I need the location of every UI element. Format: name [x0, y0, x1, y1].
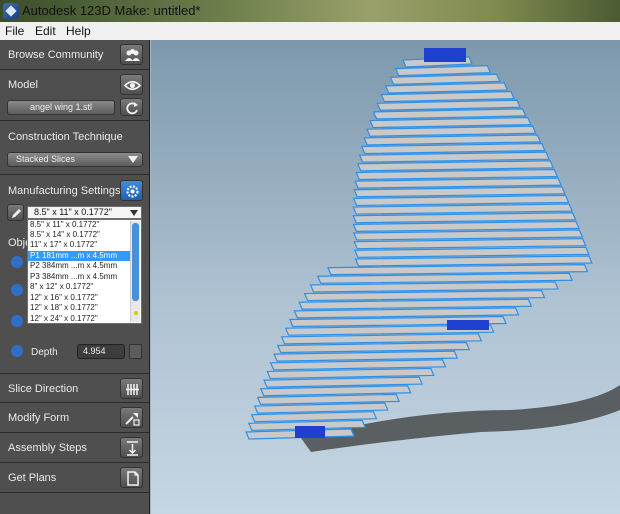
modify-form-label: Modify Form [8, 412, 70, 424]
height-icon [11, 284, 23, 296]
slice-direction-icon[interactable] [120, 378, 143, 399]
assembly-steps-section[interactable]: Assembly Steps [0, 433, 150, 463]
get-plans-label: Get Plans [8, 472, 57, 484]
middle-dowel [447, 320, 489, 330]
option-legal[interactable]: 8.5" x 14" x 0.1772" [28, 230, 131, 240]
get-plans-icon[interactable] [120, 467, 143, 488]
option-12x16[interactable]: 12" x 16" x 0.1772" [28, 293, 131, 303]
app-icon[interactable] [3, 3, 19, 19]
model-file-field[interactable]: angel wing 1.stl [7, 100, 115, 115]
window-title: Autodesk 123D Make: untitled* [22, 3, 201, 18]
sliced-model [245, 48, 620, 452]
option-p3[interactable]: P3 384mm ...m x 4.5mm [28, 272, 131, 282]
model-viewport[interactable] [151, 40, 620, 514]
browse-community-section[interactable]: Browse Community [0, 40, 150, 70]
slice-direction-label: Slice Direction [8, 383, 79, 395]
slice-direction-section[interactable]: Slice Direction [0, 373, 150, 403]
option-p2[interactable]: P2 384mm ...m x 4.5mm [28, 261, 131, 271]
option-8x12[interactable]: 8" x 12" x 0.1772" [28, 282, 131, 292]
modify-form-section[interactable]: Modify Form [0, 403, 150, 433]
bottom-dowel [295, 426, 325, 438]
options-scrollbar-thumb[interactable] [132, 223, 139, 301]
menu-edit[interactable]: Edit [35, 24, 56, 38]
depth-label: Depth [31, 347, 58, 358]
assembly-steps-icon[interactable] [120, 437, 143, 458]
chevron-down-icon [130, 210, 138, 216]
option-12x24[interactable]: 12" x 24" x 0.1772" [28, 314, 131, 324]
browse-community-label: Browse Community [8, 49, 104, 61]
menu-help[interactable]: Help [66, 24, 91, 38]
top-dowel [424, 48, 466, 62]
manufacturing-settings-label: Manufacturing Settings [8, 185, 121, 197]
community-icon[interactable] [120, 44, 143, 65]
depth-input[interactable]: 4.954 [77, 344, 125, 359]
option-tabloid[interactable]: 11" x 17" x 0.1772" [28, 240, 131, 250]
length-icon [11, 315, 23, 327]
option-letter[interactable]: 8.5" x 11" x 0.1772" [28, 220, 131, 230]
model-section: Model angel wing 1.stl [0, 70, 150, 121]
construction-technique-section: Construction Technique Stacked Slices [0, 121, 150, 175]
modify-form-icon[interactable] [120, 407, 143, 428]
get-plans-section[interactable]: Get Plans [0, 463, 150, 493]
assembly-steps-label: Assembly Steps [8, 442, 87, 454]
manufacturing-settings-selected: 8.5" x 11" x 0.1772" [34, 207, 112, 217]
width-icon [11, 256, 23, 268]
title-bar: Autodesk 123D Make: untitled* [0, 0, 620, 22]
refresh-icon[interactable] [120, 98, 143, 116]
options-scrollbar[interactable] [130, 221, 140, 322]
model-slices [245, 56, 593, 440]
depth-stepper[interactable] [129, 344, 142, 359]
construction-technique-value: Stacked Slices [16, 154, 76, 164]
option-12x18[interactable]: 12" x 18" x 0.1772" [28, 303, 131, 313]
menu-file[interactable]: File [5, 24, 24, 38]
manufacturing-settings-dropdown[interactable]: 8.5" x 11" x 0.1772" [27, 206, 142, 219]
eye-icon[interactable] [120, 74, 143, 95]
gear-icon[interactable] [120, 180, 143, 201]
depth-icon [11, 345, 23, 357]
scroll-marker-icon [134, 311, 138, 315]
menu-bar: File Edit Help [0, 22, 620, 40]
manufacturing-settings-options: 8.5" x 11" x 0.1772" 8.5" x 14" x 0.1772… [27, 219, 142, 324]
option-p1[interactable]: P1 181mm ...m x 4.5mm [28, 251, 131, 261]
chevron-down-icon [128, 156, 138, 163]
construction-technique-label: Construction Technique [8, 131, 123, 143]
model-label: Model [8, 79, 38, 91]
construction-technique-dropdown[interactable]: Stacked Slices [7, 152, 143, 167]
pencil-icon[interactable] [7, 204, 24, 221]
